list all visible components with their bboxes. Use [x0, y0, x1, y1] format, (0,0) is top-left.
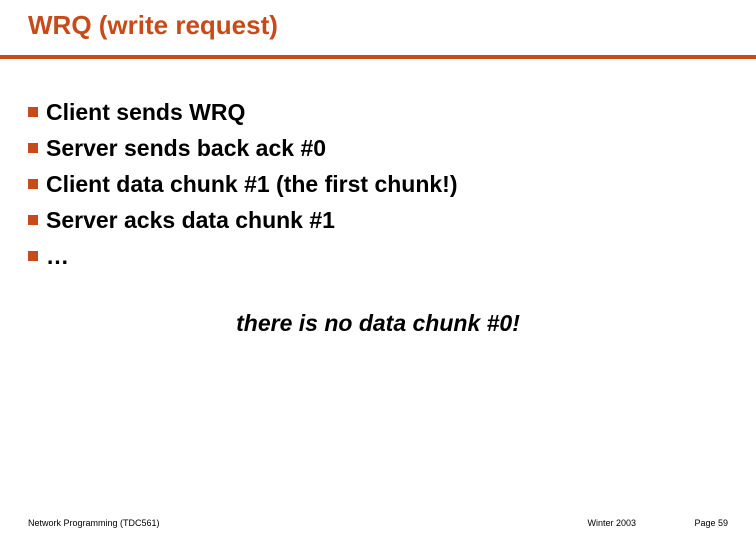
bullet-icon — [28, 251, 38, 261]
list-item: … — [28, 242, 728, 272]
footer-term: Winter 2003 — [587, 518, 636, 528]
bullet-icon — [28, 179, 38, 189]
list-item: Client sends WRQ — [28, 98, 728, 128]
bullet-text: Client sends WRQ — [46, 98, 245, 128]
footer-page: Page 59 — [694, 518, 728, 528]
bullet-text: … — [46, 242, 69, 272]
list-item: Client data chunk #1 (the first chunk!) — [28, 170, 728, 200]
bullet-text: Server sends back ack #0 — [46, 134, 326, 164]
bullet-icon — [28, 143, 38, 153]
footer-course: Network Programming (TDC561) — [28, 518, 160, 528]
bullet-icon — [28, 215, 38, 225]
slide: WRQ (write request) Client sends WRQ Ser… — [0, 0, 756, 540]
bullet-text: Client data chunk #1 (the first chunk!) — [46, 170, 458, 200]
emphasis-note: there is no data chunk #0! — [0, 310, 756, 337]
title-underline — [0, 55, 756, 59]
bullet-text: Server acks data chunk #1 — [46, 206, 335, 236]
bullet-icon — [28, 107, 38, 117]
slide-title: WRQ (write request) — [28, 10, 278, 41]
bullet-list: Client sends WRQ Server sends back ack #… — [28, 98, 728, 277]
list-item: Server sends back ack #0 — [28, 134, 728, 164]
list-item: Server acks data chunk #1 — [28, 206, 728, 236]
